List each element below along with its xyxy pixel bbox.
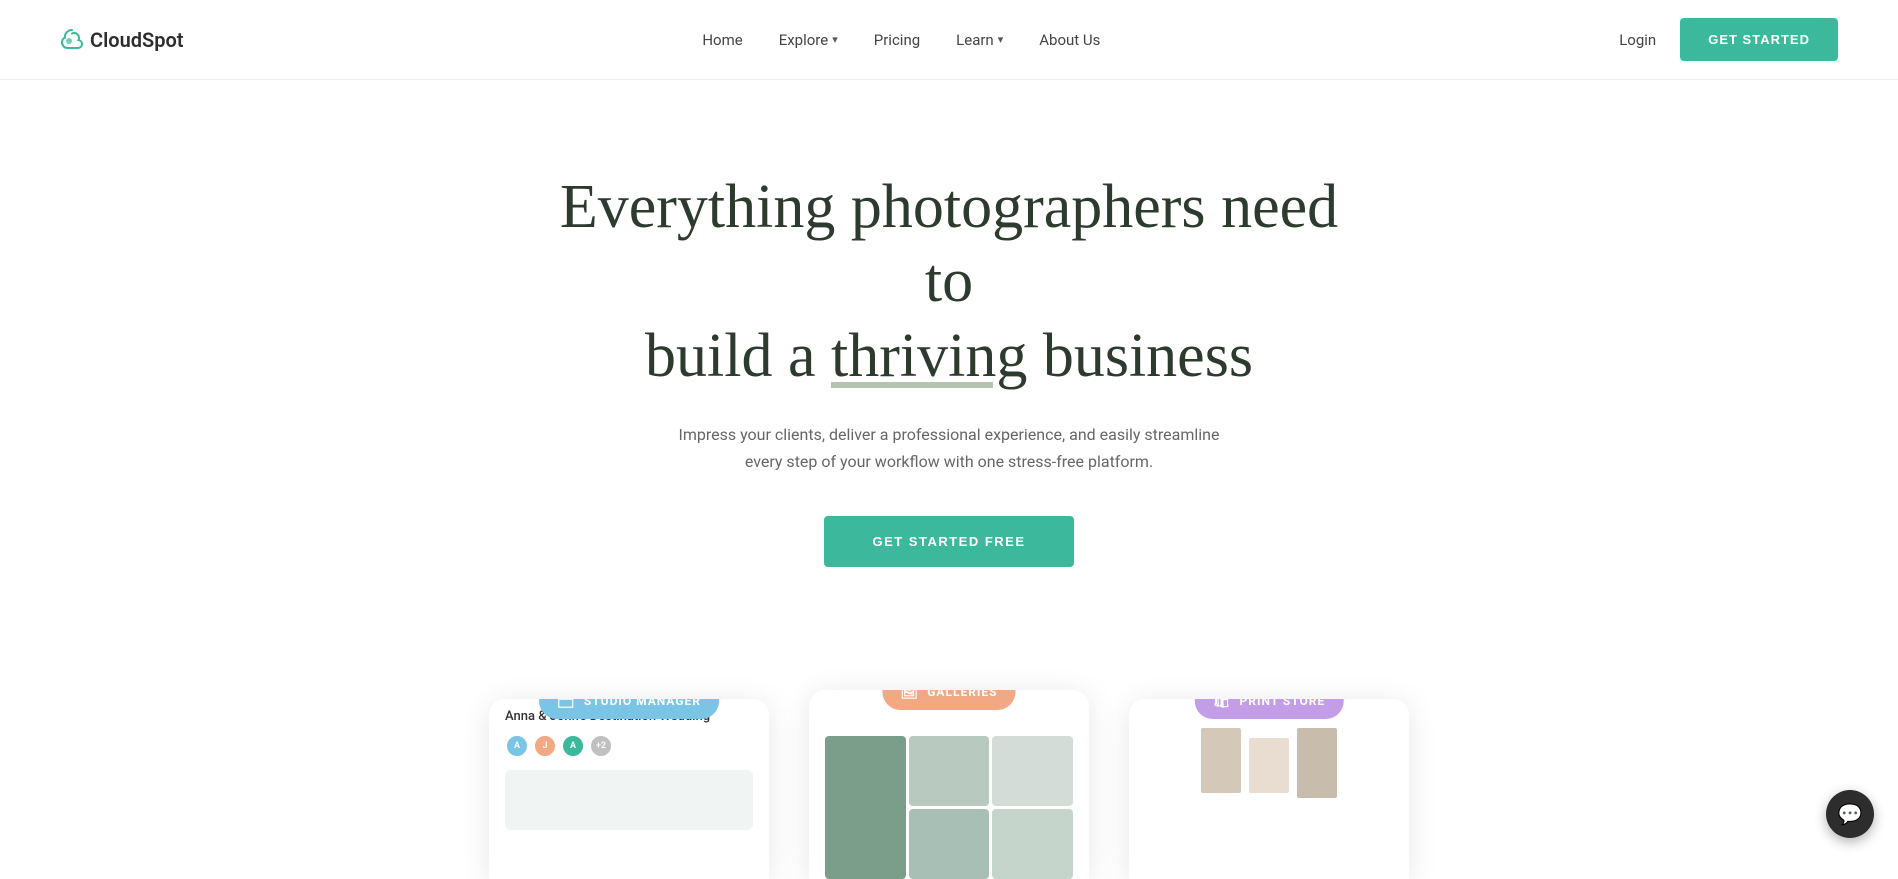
brand-logo[interactable]: CloudSpot [60, 28, 184, 52]
get-started-free-button[interactable]: GET STARTED FREE [824, 516, 1073, 567]
hero-headline-line2-start: build a [645, 322, 831, 390]
galleries-icon: 🖼 [900, 690, 919, 700]
studio-badge: 🗂 STUDIO MANAGER [539, 699, 719, 719]
gallery-img-4 [909, 809, 990, 879]
galleries-card-body [809, 690, 1089, 879]
print-badge: 🛍 PRINT STORE [1195, 699, 1344, 719]
studio-card-body: Anna & John's Destination Wedding A J A … [489, 699, 769, 879]
nav-item-pricing[interactable]: Pricing [874, 30, 920, 49]
avatar-1: A [505, 734, 529, 758]
nav-item-learn[interactable]: Learn ▾ [956, 31, 1003, 49]
get-started-nav-button[interactable]: GET STARTED [1680, 18, 1838, 61]
nav-item-explore[interactable]: Explore ▾ [779, 31, 838, 49]
nav-item-about[interactable]: About Us [1039, 30, 1100, 49]
chevron-down-icon: ▾ [832, 33, 838, 46]
chat-widget[interactable]: 💬 [1826, 790, 1874, 838]
galleries-badge: 🖼 GALLERIES [882, 690, 1015, 710]
gallery-img-3 [992, 736, 1073, 806]
print-card-body: SHAUNA JORDON [1129, 699, 1409, 879]
hero-headline-highlight: thriving [831, 322, 1027, 390]
studio-manager-card: 🗂 STUDIO MANAGER Anna & John's Destinati… [489, 699, 769, 879]
avatar-3: A [561, 734, 585, 758]
print-shelf [1137, 728, 1401, 798]
studio-avatars: A J A +2 [505, 734, 753, 758]
print-item-3 [1297, 728, 1337, 798]
hero-subtitle: Impress your clients, deliver a professi… [669, 421, 1229, 475]
print-item-2 [1249, 738, 1289, 793]
nav-right: Login GET STARTED [1619, 18, 1838, 61]
hero-headline-line1: Everything photographers need to [560, 173, 1338, 315]
avatar-more: +2 [589, 734, 613, 758]
print-item-1 [1201, 728, 1241, 793]
brand-name: CloudSpot [90, 28, 184, 52]
nav-links: Home Explore ▾ Pricing Learn ▾ About Us [702, 30, 1100, 49]
navbar: CloudSpot Home Explore ▾ Pricing Learn ▾… [0, 0, 1898, 80]
login-link[interactable]: Login [1619, 31, 1656, 49]
gallery-img-5 [992, 809, 1073, 879]
hero-section: Everything photographers need to build a… [0, 80, 1898, 627]
gallery-images [825, 736, 1073, 879]
galleries-card: 🖼 GALLERIES [809, 690, 1089, 879]
logo-icon [60, 28, 84, 52]
print-icon: 🛍 [1213, 699, 1232, 709]
studio-icon: 🗂 [557, 699, 576, 709]
gallery-img-1 [825, 736, 906, 879]
hero-headline: Everything photographers need to build a… [539, 170, 1359, 393]
gallery-img-2 [909, 736, 990, 806]
hero-headline-line2-end: business [1027, 322, 1253, 390]
nav-item-home[interactable]: Home [702, 30, 742, 49]
print-store-card: 🛍 PRINT STORE SHAUNA JORDON [1129, 699, 1409, 879]
chevron-down-icon: ▾ [998, 33, 1004, 46]
avatar-2: J [533, 734, 557, 758]
chat-icon: 💬 [1838, 802, 1863, 826]
features-preview: 🗂 STUDIO MANAGER Anna & John's Destinati… [0, 627, 1898, 879]
